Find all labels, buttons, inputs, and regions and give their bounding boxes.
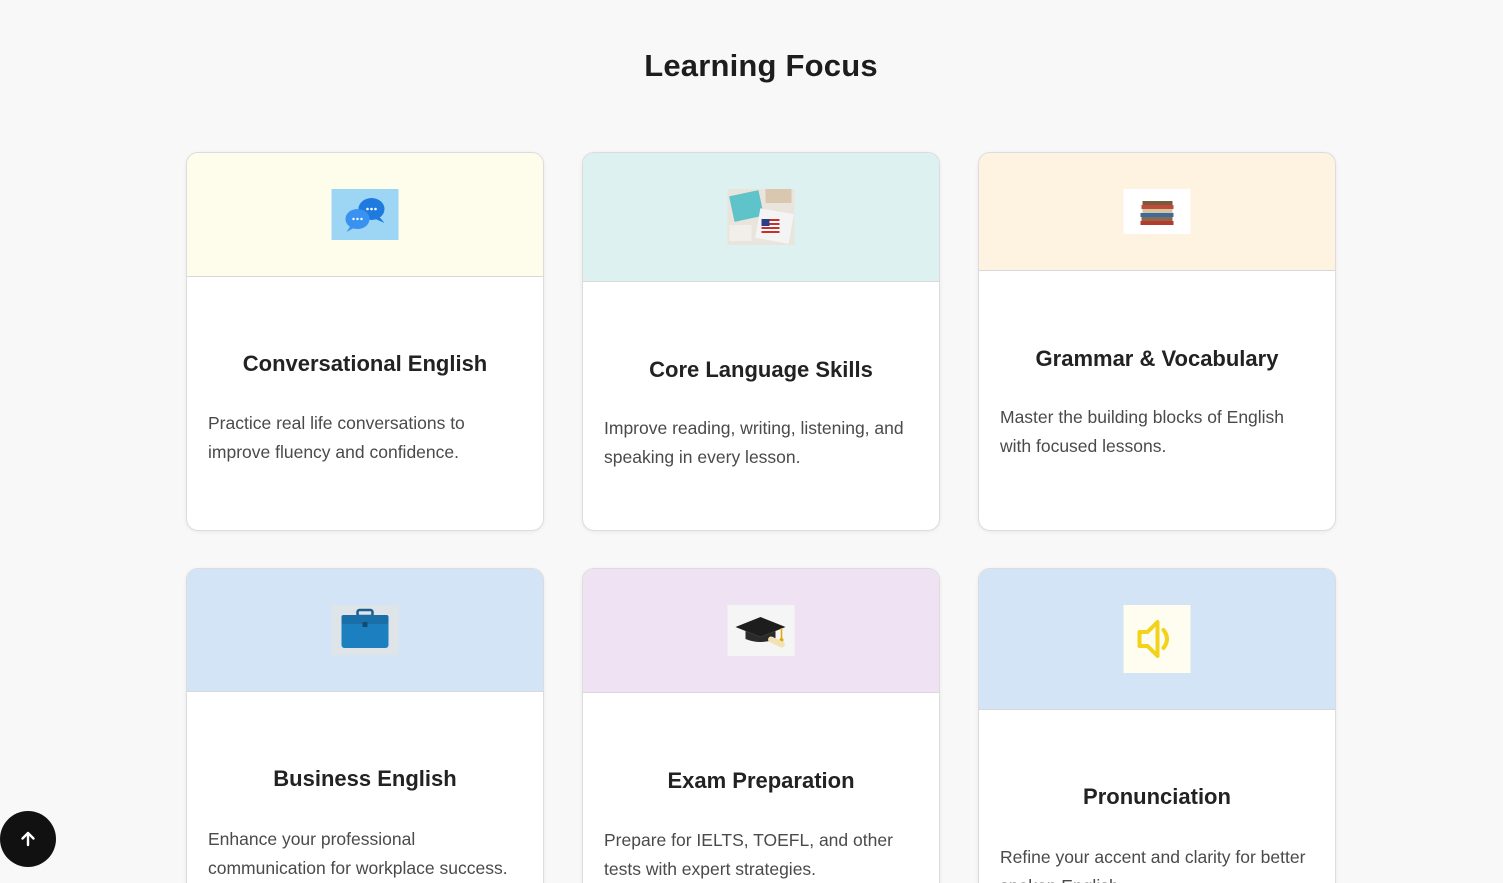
- card-title: Business English: [273, 766, 457, 791]
- card-header: [187, 569, 543, 692]
- card-conversational-english[interactable]: Conversational English Practice real lif…: [186, 152, 544, 531]
- card-pronunciation[interactable]: Pronunciation Refine your accent and cla…: [978, 568, 1336, 883]
- card-description: Enhance your professional communication …: [208, 829, 508, 878]
- card-business-english[interactable]: Business English Enhance your profession…: [186, 568, 544, 883]
- card-header: [583, 153, 939, 282]
- speaker-icon: [1123, 605, 1191, 673]
- scroll-to-top-button[interactable]: [0, 811, 56, 867]
- card-header: [187, 153, 543, 277]
- briefcase-icon: [331, 605, 399, 655]
- card-header: [583, 569, 939, 693]
- card-title: Grammar & Vocabulary: [1035, 346, 1279, 371]
- card-description: Improve reading, writing, listening, and…: [604, 418, 904, 467]
- card-exam-preparation[interactable]: Exam Preparation Prepare for IELTS, TOEF…: [582, 568, 940, 883]
- card-description: Refine your accent and clarity for bette…: [1000, 847, 1306, 883]
- card-title: Exam Preparation: [667, 768, 855, 793]
- card-title: Pronunciation: [1083, 784, 1231, 809]
- card-title: Core Language Skills: [649, 357, 873, 382]
- card-description: Practice real life conversations to impr…: [208, 413, 465, 462]
- card-header: [979, 569, 1335, 710]
- arrow-up-icon: [21, 831, 35, 847]
- book-stack-icon: [1123, 189, 1191, 234]
- card-grammar-vocabulary[interactable]: Grammar & Vocabulary Master the building…: [978, 152, 1336, 531]
- learning-focus-page: Learning Focus Conversational English Pr…: [0, 0, 1503, 883]
- card-core-language-skills[interactable]: Core Language Skills Improve reading, wr…: [582, 152, 940, 531]
- card-title: Conversational English: [242, 351, 488, 376]
- card-header: [979, 153, 1335, 271]
- card-description: Master the building blocks of English wi…: [1000, 407, 1285, 456]
- chat-bubbles-icon: [331, 189, 399, 240]
- card-description: Prepare for IELTS, TOEFL, and other test…: [604, 830, 893, 879]
- section-title: Learning Focus: [644, 48, 878, 83]
- books-with-flag-icon: [727, 189, 795, 245]
- graduation-cap-icon: [727, 605, 795, 656]
